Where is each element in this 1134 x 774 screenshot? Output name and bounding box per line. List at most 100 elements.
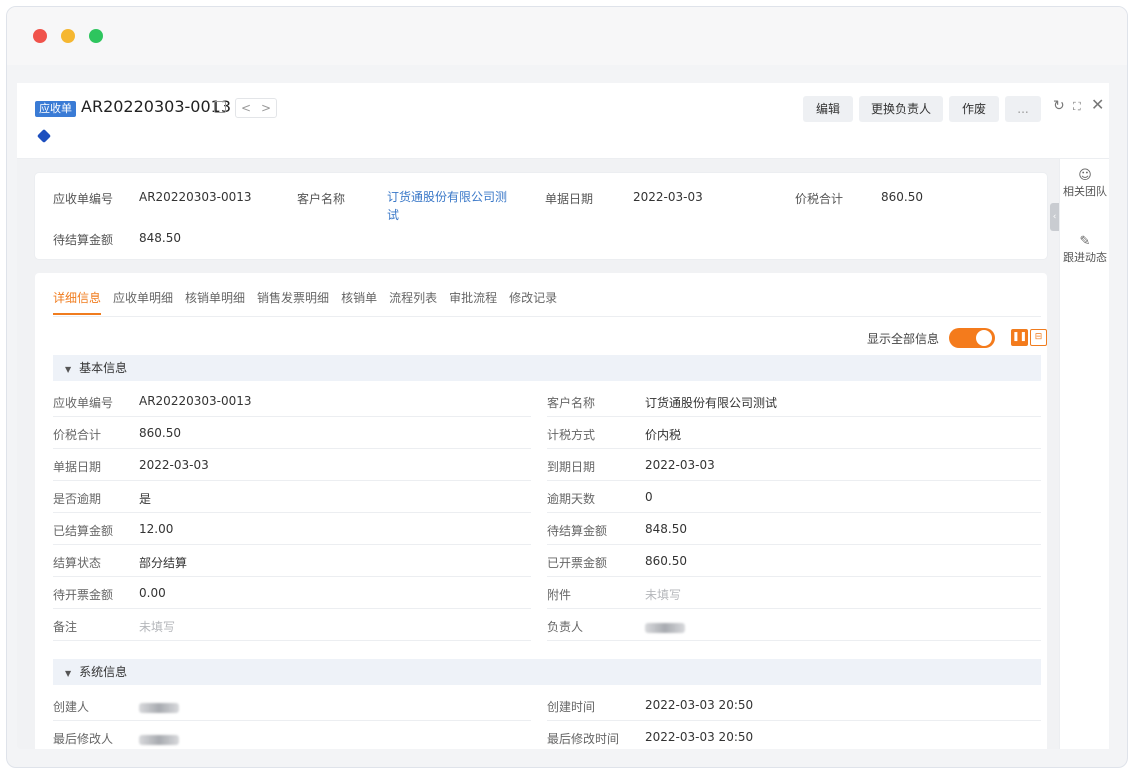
customer-link[interactable]: 订货通股份有限公司测试	[387, 188, 517, 224]
field-label: 最后修改时间	[547, 732, 620, 746]
summary-label: 待结算金额	[53, 233, 114, 247]
detail-panel: 详细信息 应收单明细 核销单明细 销售发票明细 核销单 流程列表 审批流程 修改…	[35, 273, 1047, 749]
summary-card: 应收单编号 AR20220303-0013 客户名称 订货通股份有限公司测试 单…	[35, 173, 1047, 259]
team-icon: ☺	[1078, 168, 1092, 183]
field-value: 2022-03-03	[139, 458, 209, 472]
field-label: 是否逾期	[53, 492, 102, 506]
void-button[interactable]: 作废	[949, 96, 999, 122]
field-label: 附件	[547, 588, 572, 602]
field-label: 结算状态	[53, 556, 102, 570]
field-value: 2022-03-03	[645, 458, 715, 472]
show-all-label: 显示全部信息	[867, 332, 940, 346]
field-row: 单据日期 2022-03-03 到期日期 2022-03-03	[53, 449, 1041, 481]
field-value: 部分结算	[139, 556, 188, 570]
section-basic-info[interactable]: ▼ 基本信息	[53, 355, 1041, 381]
tab-receivable-items[interactable]: 应收单明细	[113, 289, 173, 315]
field-row: 待开票金额 0.00 附件 未填写	[53, 577, 1041, 609]
fullscreen-icon[interactable]: ⛶	[1073, 100, 1081, 114]
tab-history[interactable]: 修改记录	[509, 289, 557, 315]
more-button[interactable]: ...	[1005, 96, 1041, 122]
section-title: 系统信息	[79, 665, 128, 679]
field-value: 12.00	[139, 522, 174, 536]
edit-button[interactable]: 编辑	[803, 96, 853, 122]
toggle-knob	[976, 330, 992, 346]
tab-writeoff-items[interactable]: 核销单明细	[185, 289, 245, 315]
caret-down-icon: ▼	[65, 365, 72, 374]
field-value: 2022-03-03 20:50	[645, 730, 754, 744]
tab-divider	[53, 316, 1041, 317]
field-value: 0	[645, 490, 653, 504]
owner-avatar-blurred	[645, 620, 685, 634]
change-owner-button[interactable]: 更换负责人	[859, 96, 943, 122]
field-value: 未填写	[645, 588, 682, 602]
summary-label: 单据日期	[545, 192, 594, 206]
field-label: 创建时间	[547, 700, 596, 714]
field-label: 待开票金额	[53, 588, 114, 602]
show-all-toggle[interactable]	[949, 328, 995, 348]
field-label: 单据日期	[53, 460, 102, 474]
field-value: AR20220303-0013	[139, 394, 252, 408]
field-row: 最后修改人 最后修改时间 2022-03-03 20:50	[53, 721, 1041, 753]
follow-icon: ✎	[1079, 234, 1091, 249]
lock-icon[interactable]	[214, 101, 226, 113]
right-sidebar: ☺ 相关团队 ✎ 跟进动态	[1059, 159, 1109, 749]
summary-label: 价税合计	[795, 192, 844, 206]
tab-invoice-items[interactable]: 销售发票明细	[257, 289, 329, 315]
field-row: 备注 未填写 负责人	[53, 609, 1041, 641]
tab-bar: 详细信息 应收单明细 核销单明细 销售发票明细 核销单 流程列表 审批流程 修改…	[53, 289, 569, 315]
record-panel: 应收单 AR20220303-0013 < > 编辑 更换负责人 作废 ... …	[17, 83, 1109, 749]
sidebar-item-follow[interactable]: ✎ 跟进动态	[1060, 235, 1110, 265]
customer-link[interactable]: 订货通股份有限公司测试	[645, 394, 777, 411]
field-label: 客户名称	[547, 396, 596, 410]
sidebar-item-label: 跟进动态	[1063, 251, 1107, 264]
summary-value: 848.50	[139, 231, 181, 245]
field-row: 创建人 创建时间 2022-03-03 20:50	[53, 689, 1041, 721]
one-column-layout-button[interactable]: ⊟	[1030, 329, 1047, 346]
sidebar-item-team[interactable]: ☺ 相关团队	[1060, 169, 1110, 199]
section-title: 基本信息	[79, 361, 128, 375]
summary-label: 应收单编号	[53, 192, 114, 206]
tab-writeoff[interactable]: 核销单	[341, 289, 377, 315]
field-value: 价内税	[645, 428, 682, 442]
field-label: 最后修改人	[53, 732, 114, 746]
two-column-layout-button[interactable]: ❚❚	[1011, 329, 1028, 346]
tab-approval[interactable]: 审批流程	[449, 289, 497, 315]
summary-value: AR20220303-0013	[139, 190, 252, 204]
field-label: 应收单编号	[53, 396, 114, 410]
sidebar-collapse-handle[interactable]: ‹	[1050, 203, 1059, 231]
field-row: 价税合计 860.50 计税方式 价内税	[53, 417, 1041, 449]
field-label: 备注	[53, 620, 78, 634]
edit-pen-icon[interactable]	[36, 128, 52, 144]
record-type-tag: 应收单	[35, 101, 76, 117]
modifier-blurred	[139, 732, 179, 746]
tab-process-list[interactable]: 流程列表	[389, 289, 437, 315]
next-record-button[interactable]: >	[256, 99, 276, 117]
close-window-dot[interactable]	[33, 29, 47, 43]
field-label: 待结算金额	[547, 524, 608, 538]
creator-blurred	[139, 700, 179, 714]
refresh-icon[interactable]: ↻	[1053, 98, 1065, 114]
field-value: 2022-03-03 20:50	[645, 698, 754, 712]
summary-value: 2022-03-03	[633, 190, 703, 204]
field-row: 是否逾期 是 逾期天数 0	[53, 481, 1041, 513]
tab-detail[interactable]: 详细信息	[53, 289, 102, 315]
field-value: 0.00	[139, 586, 166, 600]
field-label: 负责人	[547, 620, 584, 634]
sidebar-item-label: 相关团队	[1063, 185, 1107, 198]
field-label: 逾期天数	[547, 492, 596, 506]
close-icon[interactable]: ✕	[1091, 95, 1104, 114]
section-system-info[interactable]: ▼ 系统信息	[53, 659, 1041, 685]
field-label: 创建人	[53, 700, 90, 714]
summary-label: 客户名称	[297, 192, 346, 206]
field-value: 是	[139, 492, 152, 506]
field-label: 到期日期	[547, 460, 596, 474]
field-row: 已结算金额 12.00 待结算金额 848.50	[53, 513, 1041, 545]
minimize-window-dot[interactable]	[61, 29, 75, 43]
field-row: 结算状态 部分结算 已开票金额 860.50	[53, 545, 1041, 577]
field-label: 计税方式	[547, 428, 596, 442]
maximize-window-dot[interactable]	[89, 29, 103, 43]
summary-value: 860.50	[881, 190, 923, 204]
prev-record-button[interactable]: <	[236, 99, 256, 117]
field-label: 价税合计	[53, 428, 102, 442]
page-title: AR20220303-0013	[81, 97, 231, 116]
